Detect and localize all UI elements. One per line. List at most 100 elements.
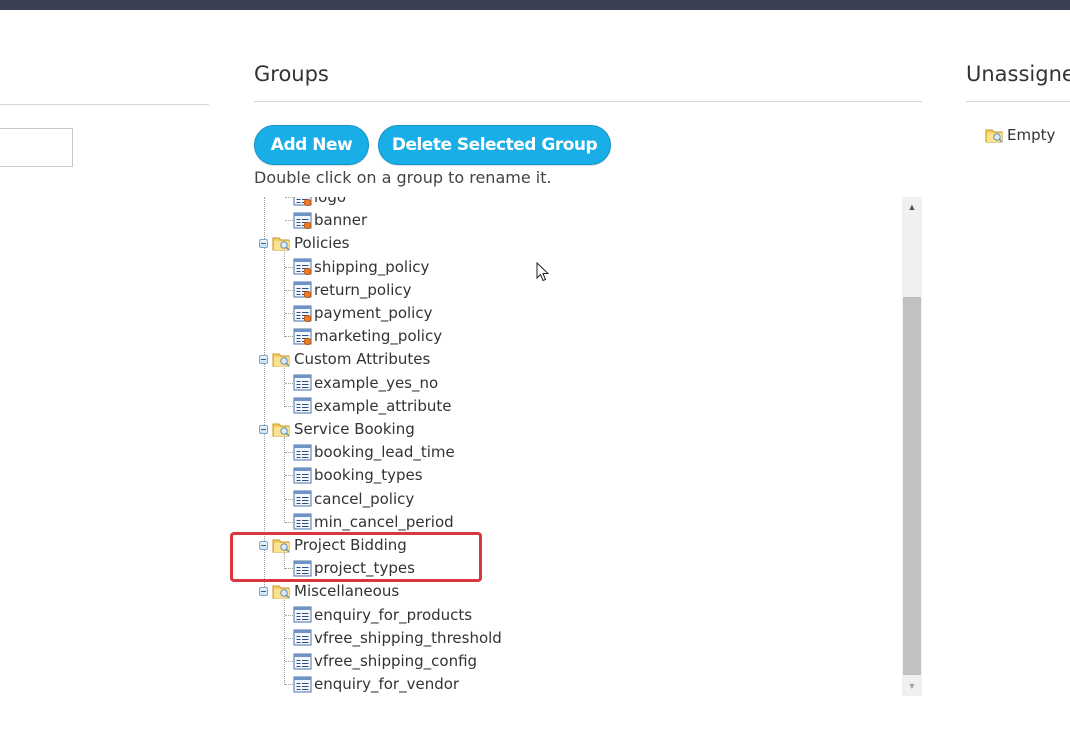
tree-item-label: example_yes_no [314,373,439,392]
folder-icon [272,237,290,251]
left-panel-input[interactable] [0,128,73,167]
attribute-icon [293,397,312,414]
attribute-icon [293,444,312,461]
policy-attribute-icon [293,197,312,206]
tree-item[interactable]: enquiry_for_vendor [293,673,459,695]
tree-item[interactable]: logo [293,197,346,208]
collapse-icon[interactable] [259,586,268,596]
delete-selected-group-button[interactable]: Delete Selected Group [378,125,611,165]
unassigned-empty-item[interactable]: Empty [985,126,1055,144]
tree-branch-line [285,637,293,639]
top-navigation-bar [0,0,1070,10]
attribute-icon [293,676,312,693]
tree-branch-line [285,521,293,523]
tree-item-label: min_cancel_period [314,512,454,531]
tree-branch-line [285,266,293,268]
tree-branch-line [285,684,293,686]
collapse-icon[interactable] [259,424,268,434]
unassigned-title: Unassigned [966,62,1070,86]
tree-scrollbar[interactable]: ▲ ▼ [902,197,922,696]
groups-tree[interactable]: logo banner Policies shipping_policy return_… [254,197,922,696]
attribute-icon [293,606,312,623]
folder-icon [272,353,290,367]
groups-tree-content: logo banner Policies shipping_policy return_… [254,197,902,696]
tree-item-label: marketing_policy [314,327,443,346]
tree-item-label: vfree_shipping_config [314,652,478,670]
unassigned-empty-label: Empty [1007,126,1056,144]
tree-branch-line [284,599,285,686]
tree-branch-line [284,437,285,523]
rename-hint: Double click on a group to rename it. [254,168,552,187]
tree-branch-line [285,661,293,662]
tree-item-label: booking_types [314,466,423,485]
tree-item[interactable]: vfree_shipping_config [293,650,477,672]
groups-title: Groups [254,62,329,86]
scroll-down-arrow[interactable]: ▼ [902,676,922,696]
folder-icon [272,423,290,437]
tree-item-label: enquiry_for_products [314,605,473,624]
collapse-icon[interactable] [259,238,268,248]
policy-attribute-icon [293,328,312,345]
scroll-thumb[interactable] [903,297,921,675]
tree-branch-line [285,289,293,291]
collapse-icon[interactable] [259,354,268,364]
tree-item[interactable]: example_yes_no [293,372,438,394]
left-panel-divider [0,104,209,105]
tree-item[interactable]: marketing_policy [293,325,442,347]
attribute-icon [293,467,312,484]
tree-branch-line [285,313,293,314]
tree-group-2[interactable]: Service Booking [272,418,415,440]
attribute-icon [293,629,312,646]
tree-branch-line [285,220,293,222]
tree-item-label: cancel_policy [314,489,415,508]
tree-group-1[interactable]: Custom Attributes [272,348,430,370]
policy-attribute-icon [293,281,312,299]
tree-item[interactable]: example_attribute [293,395,452,417]
tree-item[interactable]: banner [293,209,367,231]
attribute-icon [293,490,312,507]
mouse-cursor-icon [536,262,550,282]
tree-branch-line [285,452,293,454]
tree-item-label: example_attribute [314,396,452,415]
tree-item-label: payment_policy [314,304,433,322]
tree-branch-line [284,367,285,407]
tree-item-label: shipping_policy [314,257,430,276]
tree-item-label: enquiry_for_vendor [314,675,460,694]
policy-attribute-icon [293,258,312,276]
tree-item[interactable]: booking_types [293,464,423,486]
policy-attribute-icon [293,305,312,322]
tree-item[interactable]: payment_policy [293,302,432,324]
tree-group-label: Custom Attributes [294,350,431,369]
groups-divider [254,101,922,102]
tree-group-4[interactable]: Miscellaneous [272,580,399,602]
tree-branch-line [285,405,293,407]
project-bidding-highlight [230,532,482,582]
tree-item[interactable]: booking_lead_time [293,441,455,463]
scroll-up-arrow[interactable]: ▲ [902,197,922,217]
attribute-icon [293,653,312,669]
folder-icon [272,585,290,599]
tree-group-label: Policies [294,234,350,253]
tree-item[interactable]: return_policy [293,279,412,301]
tree-item-label: logo [314,197,347,206]
tree-branch-line [284,251,285,338]
policy-attribute-icon [293,212,312,229]
tree-item[interactable]: cancel_policy [293,488,414,510]
tree-branch-line [285,382,293,384]
tree-item[interactable]: shipping_policy [293,256,429,278]
unassigned-divider [966,101,1070,102]
tree-item[interactable]: min_cancel_period [293,511,454,533]
tree-item[interactable]: vfree_shipping_threshold [293,627,502,649]
tree-branch-line [285,498,293,500]
tree-branch-line [285,475,293,477]
tree-item-label: vfree_shipping_threshold [314,628,502,647]
tree-group-label: Miscellaneous [294,582,400,601]
tree-item-label: banner [314,211,368,230]
tree-branch-line [285,197,293,198]
tree-group-label: Service Booking [294,420,415,438]
tree-item[interactable]: enquiry_for_products [293,604,472,626]
tree-branch-line [285,336,293,338]
add-new-button[interactable]: Add New [254,125,369,165]
tree-item-label: booking_lead_time [314,443,455,462]
tree-branch-line [285,614,293,616]
